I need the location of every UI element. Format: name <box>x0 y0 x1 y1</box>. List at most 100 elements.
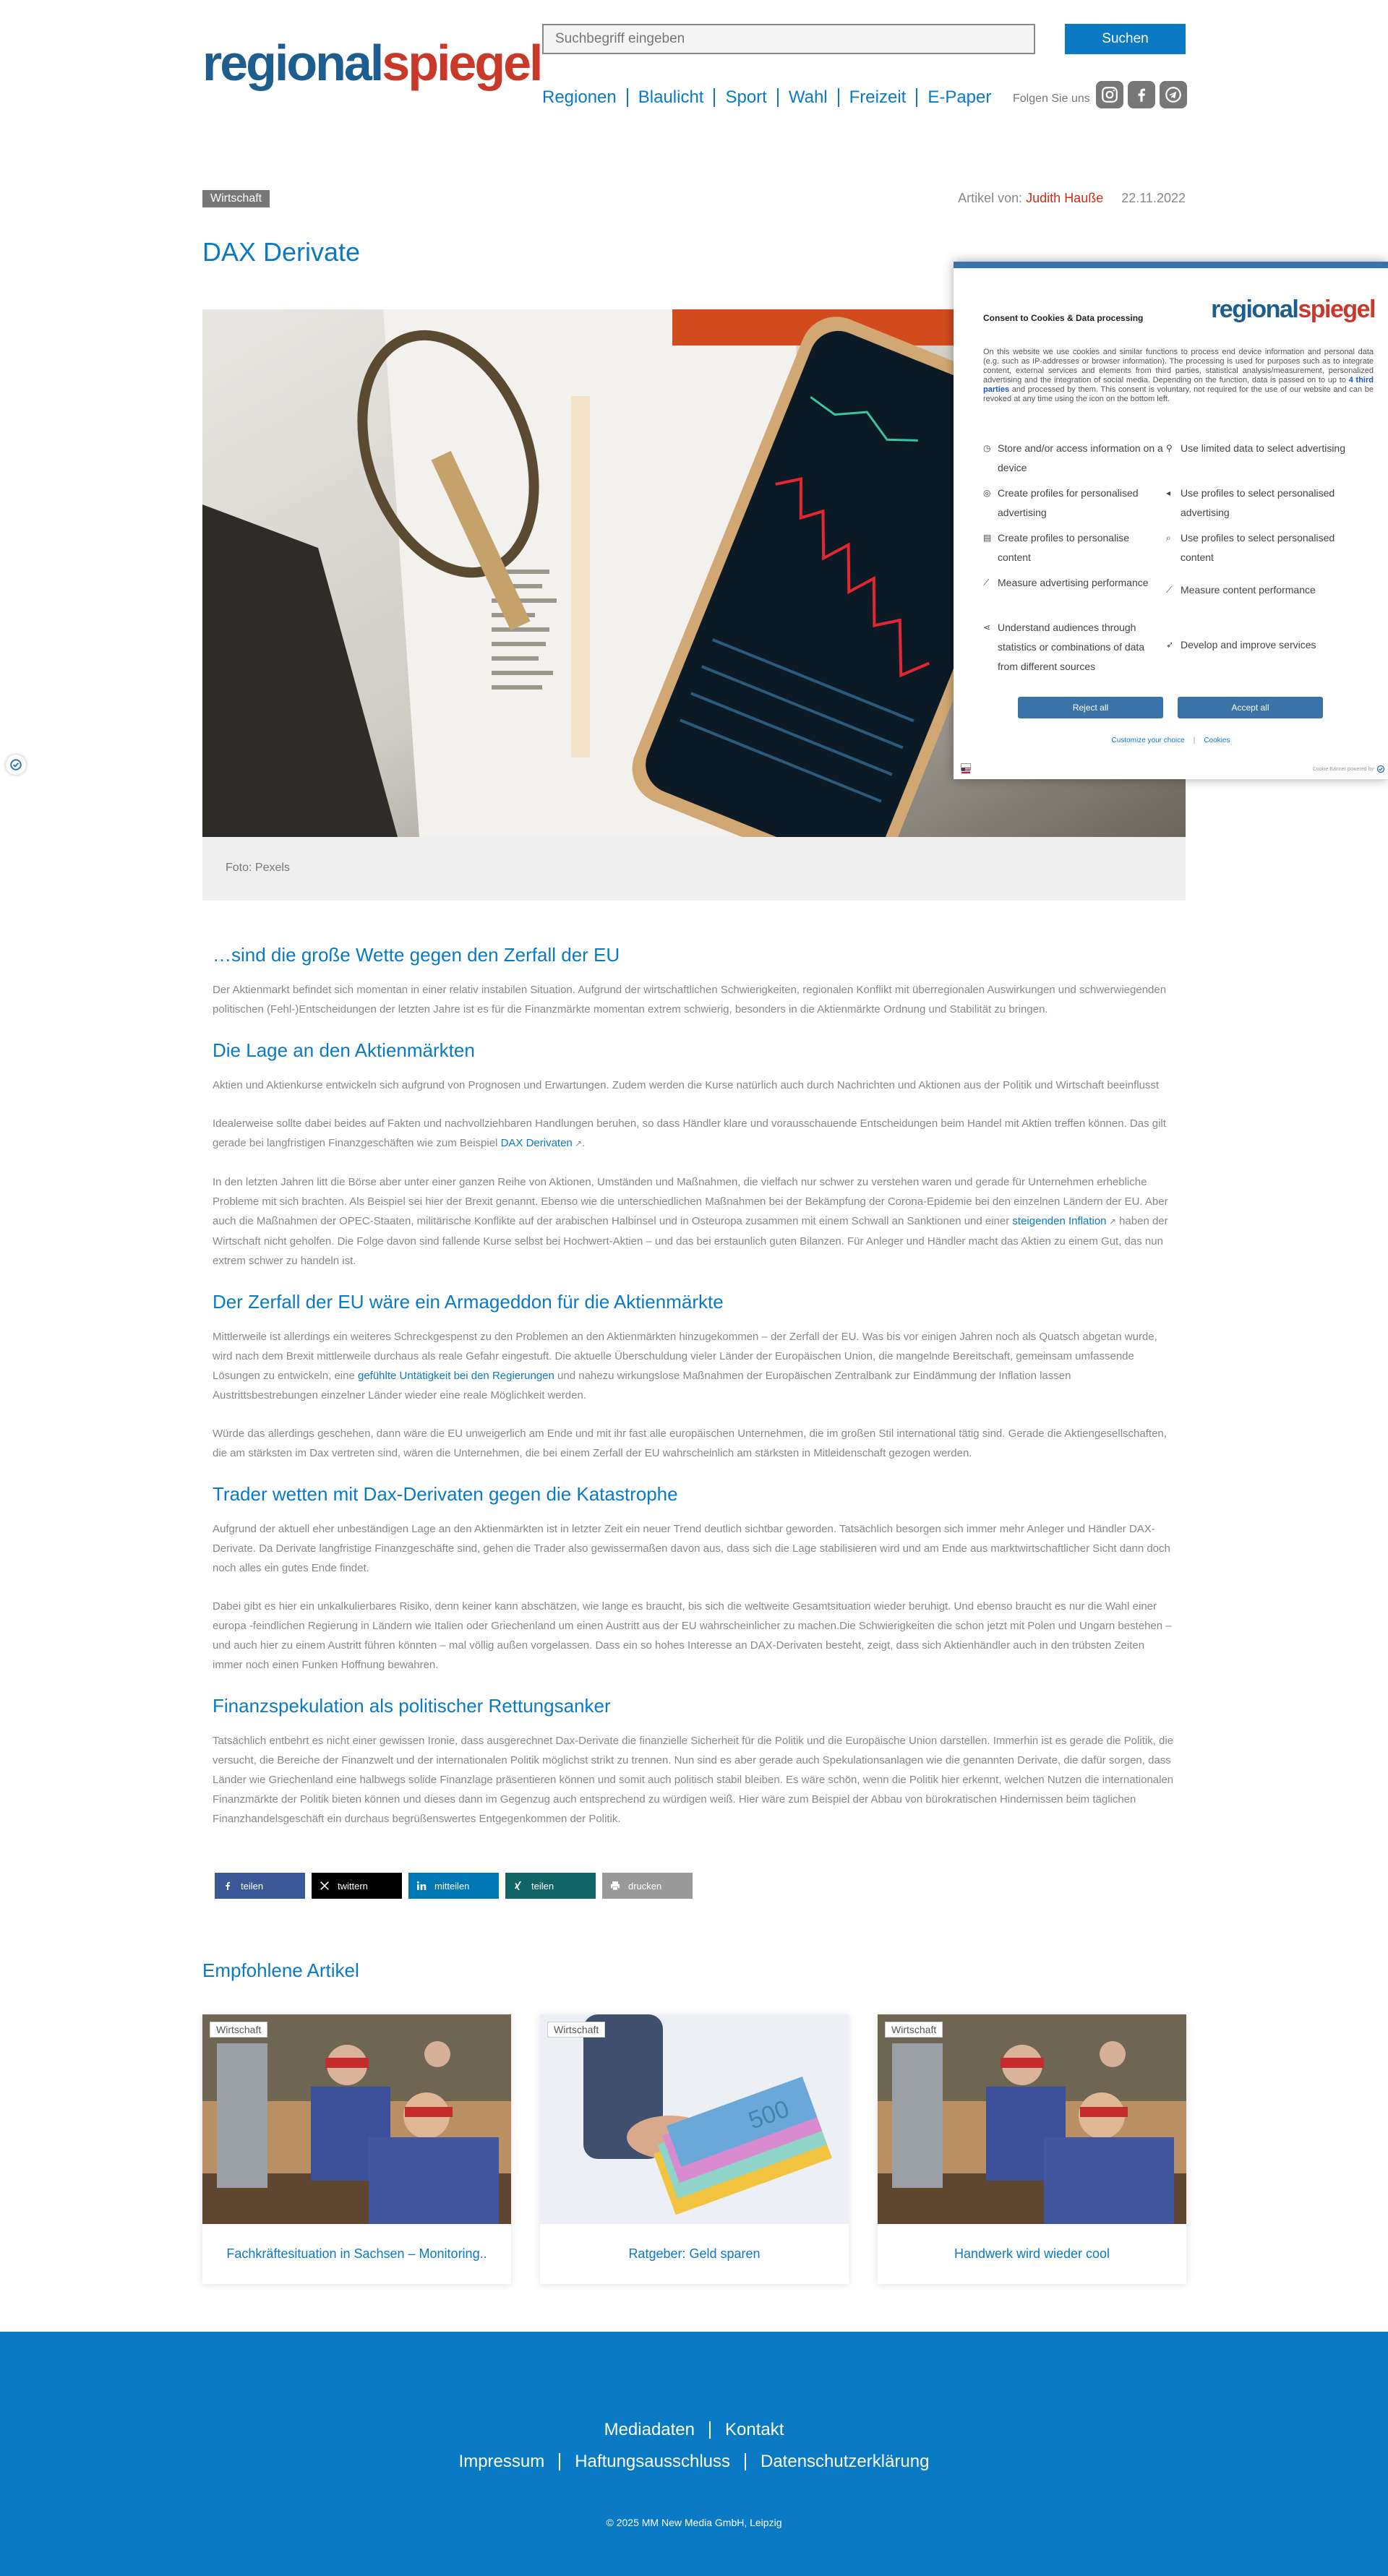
heading-intro: …sind die große Wette gegen den Zerfall … <box>213 944 620 966</box>
recommended-list: Wirtschaft Fachkräftesituation in Sachse… <box>202 2014 1186 2284</box>
heading-trader: Trader wetten mit Dax-Derivaten gegen di… <box>213 1483 678 1505</box>
share-bar: teilen twittern mitteilen teilen drucken <box>215 1873 693 1899</box>
profile-icon: ◎ <box>983 488 991 498</box>
footer-link-datenschutz[interactable]: Datenschutzerklärung <box>745 2453 943 2470</box>
publish-date: 22.11.2022 <box>1121 191 1186 205</box>
site-footer: Mediadaten Kontakt Impressum Haftungsaus… <box>0 2332 1388 2576</box>
facebook-icon <box>226 1881 231 1890</box>
user-icon: ⚲ <box>1166 443 1173 453</box>
nav-wahl[interactable]: Wahl <box>776 88 838 107</box>
paragraph-intro: Der Aktienmarkt befindet sich momentan i… <box>213 984 1167 1016</box>
nav-regionen[interactable]: Regionen <box>542 88 627 107</box>
nav-epaper[interactable]: E-Paper <box>916 88 1001 107</box>
print-icon <box>611 1881 620 1891</box>
customize-link[interactable]: Customize your choice <box>1112 737 1185 744</box>
cookie-logo: regionalspiegel <box>1211 296 1376 323</box>
share-linkedin-button[interactable]: mitteilen <box>408 1873 499 1899</box>
purpose-item: ➶ Develop and improve services <box>1166 635 1347 655</box>
search-icon: ⌕ <box>1166 533 1171 543</box>
purpose-item: ▤ Create profiles to personalise content <box>983 528 1164 567</box>
language-flag-icon[interactable] <box>961 763 971 773</box>
cookie-consent-dialog: regionalspiegel Consent to Cookies & Dat… <box>954 262 1388 779</box>
recommended-title: Empfohlene Artikel <box>202 1959 359 1981</box>
external-link-icon: ↗ <box>1106 1216 1116 1227</box>
chart-icon: ⟋ <box>1166 585 1173 595</box>
purpose-item: ⌕ Use profiles to select personalised con… <box>1166 528 1347 567</box>
recommended-tag: Wirtschaft <box>885 2022 943 2038</box>
nav-sport[interactable]: Sport <box>714 88 776 107</box>
consent-settings-icon[interactable] <box>6 755 26 775</box>
recommended-image: Wirtschaft <box>202 2014 511 2224</box>
recommended-tag: Wirtschaft <box>210 2022 268 2038</box>
linkedin-icon <box>416 1881 427 1890</box>
cookies-link[interactable]: Cookies <box>1204 737 1230 744</box>
footer-row-1: Mediadaten Kontakt <box>0 2421 1388 2439</box>
accept-all-button[interactable]: Accept all <box>1178 697 1323 718</box>
recommended-image: 500 Wirtschaft <box>540 2014 849 2224</box>
share-xing-button[interactable]: teilen <box>505 1873 596 1899</box>
image-caption: Foto: Pexels <box>202 837 1186 901</box>
instagram-icon[interactable] <box>1096 81 1123 108</box>
copyright: © 2025 MM New Media GmbH, Leipzig <box>606 2517 782 2528</box>
share-facebook-button[interactable]: teilen <box>215 1873 305 1899</box>
paragraph-1: Aktien und Aktienkurse entwickeln sich a… <box>213 1079 1160 1091</box>
heading-lage: Die Lage an den Aktienmärkten <box>213 1039 475 1061</box>
footer-link-impressum[interactable]: Impressum <box>445 2453 560 2470</box>
shield-check-icon <box>1376 765 1385 773</box>
recommended-image: Wirtschaft <box>878 2014 1186 2224</box>
article-meta: Artikel von: Judith Hauße 22.11.2022 <box>943 191 1186 206</box>
xing-icon <box>514 1881 521 1890</box>
cookie-title: Consent to Cookies & Data processing <box>983 313 1144 323</box>
paragraph-4: Mittlerweile ist allerdings ein weiteres… <box>213 1331 1157 1401</box>
footer-link-haftungsausschluss[interactable]: Haftungsausschluss <box>559 2453 745 2470</box>
search-input[interactable] <box>542 24 1035 54</box>
main-nav: Regionen Blaulicht Sport Wahl Freizeit E… <box>542 88 1001 107</box>
share-x-button[interactable]: twittern <box>312 1873 402 1899</box>
purpose-item: ◎ Create profiles for personalised advert… <box>983 484 1164 523</box>
recommended-caption[interactable]: Fachkräftesituation in Sachsen – Monitor… <box>202 2224 511 2284</box>
content-icon: ▤ <box>983 533 992 543</box>
purpose-item: ⟋ Measure content performance <box>1166 580 1347 600</box>
footer-link-mediadaten[interactable]: Mediadaten <box>590 2421 709 2439</box>
paragraph-3: In den letzten Jahren litt die Börse abe… <box>213 1176 1168 1267</box>
recommended-card[interactable]: Wirtschaft Handwerk wird wieder cool <box>878 2014 1186 2284</box>
recommended-caption[interactable]: Handwerk wird wieder cool <box>878 2224 1186 2284</box>
cookie-links: Customize your choice | Cookies <box>1111 737 1230 744</box>
paragraph-8: Tatsächlich entbehrt es nicht einer gewi… <box>213 1735 1174 1825</box>
share-print-button[interactable]: drucken <box>602 1873 693 1899</box>
search-button[interactable]: Suchen <box>1065 24 1186 54</box>
telegram-icon[interactable] <box>1160 81 1187 108</box>
site-logo[interactable]: regionalspiegel <box>202 30 544 95</box>
purpose-item: ⋖ Understand audiences through statistics… <box>983 618 1164 677</box>
site-header: regionalspiegel Suchen Regionen Blaulich… <box>202 22 1187 116</box>
heading-zerfall: Der Zerfall der EU wäre ein Armageddon f… <box>213 1291 724 1313</box>
purpose-item: ⟋ Measure advertising performance <box>983 573 1164 593</box>
category-badge[interactable]: Wirtschaft <box>202 190 270 207</box>
article-body: …sind die große Wette gegen den Zerfall … <box>213 943 1174 1847</box>
paragraph-2: Idealerweise sollte dabei beides auf Fak… <box>213 1117 1166 1149</box>
footer-row-2: Impressum Haftungsausschluss Datenschutz… <box>0 2453 1388 2470</box>
purpose-item: ⚲ Use limited data to select advertising <box>1166 439 1347 458</box>
rocket-icon: ➶ <box>1166 640 1174 650</box>
nav-blaulicht[interactable]: Blaulicht <box>626 88 714 107</box>
share-icon: ⋖ <box>983 622 991 632</box>
link-untaetigkeit[interactable]: gefühlte Untätigkeit bei den Regierungen <box>358 1370 554 1382</box>
chart-icon: ⟋ <box>983 578 990 588</box>
footer-link-kontakt[interactable]: Kontakt <box>709 2421 798 2439</box>
facebook-icon[interactable] <box>1128 81 1155 108</box>
author-label: Artikel von: <box>958 191 1023 205</box>
link-dax-derivaten[interactable]: DAX Derivaten <box>501 1137 573 1149</box>
cookie-description: On this website we use cookies and simil… <box>983 348 1374 403</box>
link-steigende-inflation[interactable]: steigenden Inflation <box>1012 1215 1106 1227</box>
recommended-card[interactable]: 500 Wirtschaft Ratgeber: Geld sparen <box>540 2014 849 2284</box>
recommended-caption[interactable]: Ratgeber: Geld sparen <box>540 2224 849 2284</box>
purpose-item: ◂ Use profiles to select personalised adv… <box>1166 484 1347 523</box>
author-name[interactable]: Judith Hauße <box>1026 191 1103 205</box>
storage-icon: ◷ <box>983 443 991 453</box>
follow-label: Folgen Sie uns <box>1013 93 1090 105</box>
reject-all-button[interactable]: Reject all <box>1018 697 1163 718</box>
nav-freizeit[interactable]: Freizeit <box>837 88 917 107</box>
paragraph-6: Aufgrund der aktuell eher unbeständigen … <box>213 1523 1170 1574</box>
recommended-card[interactable]: Wirtschaft Fachkräftesituation in Sachse… <box>202 2014 511 2284</box>
x-icon <box>320 1881 329 1890</box>
